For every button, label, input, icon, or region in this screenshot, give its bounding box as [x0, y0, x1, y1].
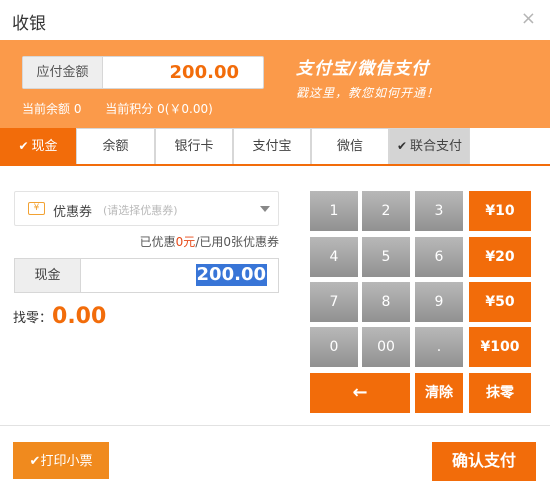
- title-bar: 收银 ×: [0, 0, 550, 40]
- payment-tabs: ✔ 现金 余额 银行卡 支付宝 微信 ✔ 联合支付: [0, 128, 550, 166]
- pay-hint-title: 支付宝/微信支付: [296, 59, 430, 79]
- key-8[interactable]: 8: [362, 282, 410, 322]
- close-icon[interactable]: ×: [521, 8, 536, 29]
- tab-bank-card[interactable]: 银行卡: [155, 128, 233, 164]
- key-3[interactable]: 3: [415, 191, 463, 231]
- key-5[interactable]: 5: [362, 237, 410, 277]
- key-6[interactable]: 6: [415, 237, 463, 277]
- tab-balance[interactable]: 余额: [76, 128, 155, 164]
- tab-alipay[interactable]: 支付宝: [233, 128, 311, 164]
- cash-amount-input[interactable]: 200.00: [85, 259, 277, 292]
- change-value: 0.00: [52, 304, 107, 329]
- chevron-down-icon: [260, 206, 270, 212]
- cash-label: 现金: [15, 259, 81, 292]
- round-off-button[interactable]: 抹零: [469, 373, 531, 413]
- quick-amount-10[interactable]: ¥10: [469, 191, 531, 231]
- backspace-button[interactable]: ←: [310, 373, 410, 413]
- quick-amount-50[interactable]: ¥50: [469, 282, 531, 322]
- tab-wechat[interactable]: 微信: [311, 128, 389, 164]
- key-2[interactable]: 2: [362, 191, 410, 231]
- check-icon: ✔: [29, 453, 41, 468]
- balance-info: 当前余额 0 当前积分 0(￥0.00): [22, 100, 233, 117]
- coupon-used-suffix: /已用0张优惠券: [195, 235, 279, 249]
- change-label: 找零：: [13, 311, 53, 326]
- quick-amount-100[interactable]: ¥100: [469, 327, 531, 367]
- clear-button[interactable]: 清除: [415, 373, 463, 413]
- print-receipt-button[interactable]: ✔打印小票: [13, 442, 109, 479]
- footer-divider: [0, 425, 550, 426]
- tab-cash-label: 现金: [31, 139, 58, 154]
- key-00[interactable]: 00: [362, 327, 410, 367]
- key-decimal[interactable]: .: [415, 327, 463, 367]
- check-icon: ✔: [396, 139, 408, 153]
- coupon-placeholder: (请选择优惠券): [103, 204, 178, 217]
- pay-hint-subtitle: 戳这里，教您如何开通！: [296, 86, 440, 100]
- coupon-label: 优惠券: [53, 205, 93, 220]
- pay-hint-link[interactable]: 支付宝/微信支付 戳这里，教您如何开通！: [296, 54, 439, 101]
- amount-due-label: 应付金额: [23, 57, 103, 88]
- confirm-payment-button[interactable]: 确认支付: [432, 442, 536, 481]
- cash-row: 现金 200.00: [14, 258, 279, 293]
- key-1[interactable]: 1: [310, 191, 358, 231]
- coupon-used-amount: 0元: [175, 235, 196, 249]
- check-icon: ✔: [18, 139, 29, 153]
- change-row: 找零：0.00: [13, 304, 106, 329]
- checkout-dialog: 收银 × 应付金额 200.00 当前余额 0 当前积分 0(￥0.00) 支付…: [0, 0, 550, 495]
- quick-amount-20[interactable]: ¥20: [469, 237, 531, 277]
- tab-combined-label: 联合支付: [410, 139, 463, 154]
- tab-combined-pay[interactable]: ✔ 联合支付: [389, 128, 470, 164]
- key-4[interactable]: 4: [310, 237, 358, 277]
- cash-amount-value: 200.00: [195, 264, 267, 286]
- coupon-icon: ¥: [28, 202, 45, 215]
- payment-header: 应付金额 200.00 当前余额 0 当前积分 0(￥0.00) 支付宝/微信支…: [0, 40, 550, 128]
- key-9[interactable]: 9: [415, 282, 463, 322]
- key-7[interactable]: 7: [310, 282, 358, 322]
- coupon-select[interactable]: ¥ 优惠券 (请选择优惠券): [14, 191, 279, 226]
- current-balance: 当前余额 0: [22, 102, 82, 116]
- coupon-used-info: 已优惠0元/已用0张优惠券: [140, 233, 279, 250]
- key-0[interactable]: 0: [310, 327, 358, 367]
- tab-cash[interactable]: ✔ 现金: [0, 128, 76, 164]
- amount-due-box: 应付金额 200.00: [22, 56, 264, 89]
- amount-due-value: 200.00: [169, 62, 239, 83]
- current-points: 当前积分 0(￥0.00): [105, 102, 213, 116]
- print-receipt-label: 打印小票: [40, 453, 93, 468]
- coupon-used-prefix: 已优惠: [139, 235, 176, 249]
- dialog-title: 收银: [12, 14, 46, 34]
